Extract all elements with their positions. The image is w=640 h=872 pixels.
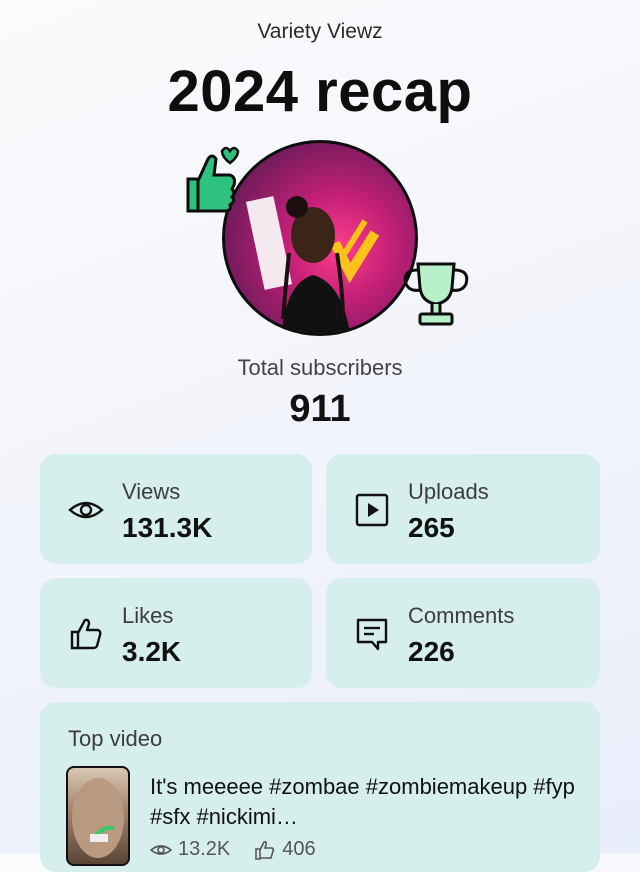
subscribers-count: 911 [289,388,351,430]
thumbs-up-icon [255,840,275,860]
subscribers-label: Total subscribers [237,355,403,380]
comments-value: 226 [408,636,455,667]
top-video-likes: 406 [282,838,316,860]
uploads-label: Uploads [408,479,489,504]
trophy-sticker-icon [403,262,469,326]
page-title: 2024 recap [167,59,473,124]
channel-name: Variety Viewz [257,20,383,43]
eye-icon [150,844,172,855]
likes-label: Likes [122,603,174,628]
likes-card: Likes 3.2K [40,578,312,688]
eye-icon [68,501,104,519]
top-video-stats: 13.2K 406 [150,838,316,861]
top-video-views: 13.2K [178,838,231,860]
play-box-icon [355,493,389,527]
views-card: Views 131.3K [40,454,312,564]
views-value: 131.3K [122,512,213,543]
uploads-value: 265 [408,512,455,543]
comments-label: Comments [408,603,515,628]
uploads-card: Uploads 265 [326,454,600,564]
top-video-thumbnail[interactable] [66,766,130,866]
top-video-label: Top video [68,726,163,751]
thumbs-up-icon [70,618,102,650]
channel-avatar [222,140,418,336]
comment-icon [356,618,388,651]
likes-value: 3.2K [122,636,182,667]
thumbs-up-sticker-icon [186,146,240,213]
top-video-card[interactable]: Top video It's meeeee #zombae #zombiemak… [40,702,600,872]
top-video-title: It's meeeee #zombae #zombiemakeup #fyp #… [150,774,575,829]
views-label: Views [122,479,181,504]
comments-card: Comments 226 [326,578,600,688]
